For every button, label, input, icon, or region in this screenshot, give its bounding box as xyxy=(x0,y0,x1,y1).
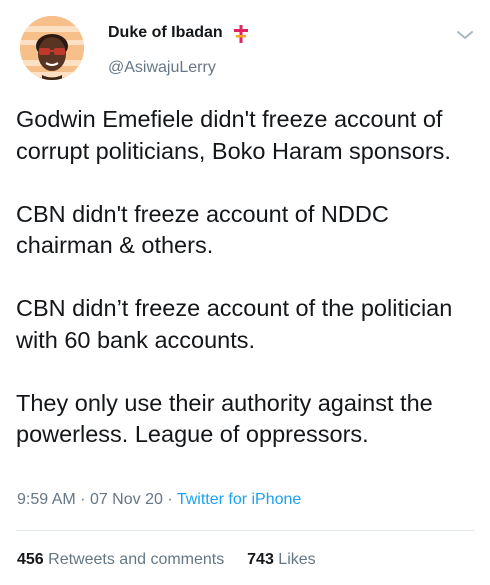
tweet-card: Duke of Ibadan @AsiwajuLerry Godwin Emef… xyxy=(0,0,490,585)
meta-separator: · xyxy=(167,491,173,508)
likes-label: Likes xyxy=(278,551,316,568)
chevron-down-icon[interactable] xyxy=(456,28,474,42)
tweet-paragraph: Godwin Emefiele didn't freeze account of… xyxy=(16,106,451,164)
tweet-source-link[interactable]: Twitter for iPhone xyxy=(177,491,302,508)
meta-separator: · xyxy=(80,491,86,508)
cross-emoji-icon xyxy=(232,24,250,44)
tweet-date[interactable]: 07 Nov 20 xyxy=(90,491,163,508)
tweet-text: Godwin Emefiele didn't freeze account of… xyxy=(16,104,480,451)
cartoon-face-avatar-icon xyxy=(20,16,84,80)
likes-count: 743 xyxy=(247,551,274,568)
tweet-metadata: 9:59 AM · 07 Nov 20 · Twitter for iPhone xyxy=(17,491,301,509)
author-display-name[interactable]: Duke of Ibadan xyxy=(108,24,223,42)
retweets-stat[interactable]: 456 Retweets and comments xyxy=(17,551,229,568)
tweet-paragraph: CBN didn't freeze account of NDDC chairm… xyxy=(16,200,389,259)
divider xyxy=(16,530,474,531)
tweet-paragraph: They only use their authority against th… xyxy=(16,389,433,448)
tweet-stats: 456 Retweets and comments 743 Likes xyxy=(17,551,316,569)
tweet-time[interactable]: 9:59 AM xyxy=(17,491,76,508)
tweet-paragraph: CBN didn’t freeze account of the politic… xyxy=(16,295,453,353)
retweets-label: Retweets and comments xyxy=(48,551,225,568)
retweets-count: 456 xyxy=(17,551,44,568)
author-handle[interactable]: @AsiwajuLerry xyxy=(108,59,216,77)
likes-stat[interactable]: 743 Likes xyxy=(247,551,316,568)
avatar[interactable] xyxy=(20,16,84,80)
